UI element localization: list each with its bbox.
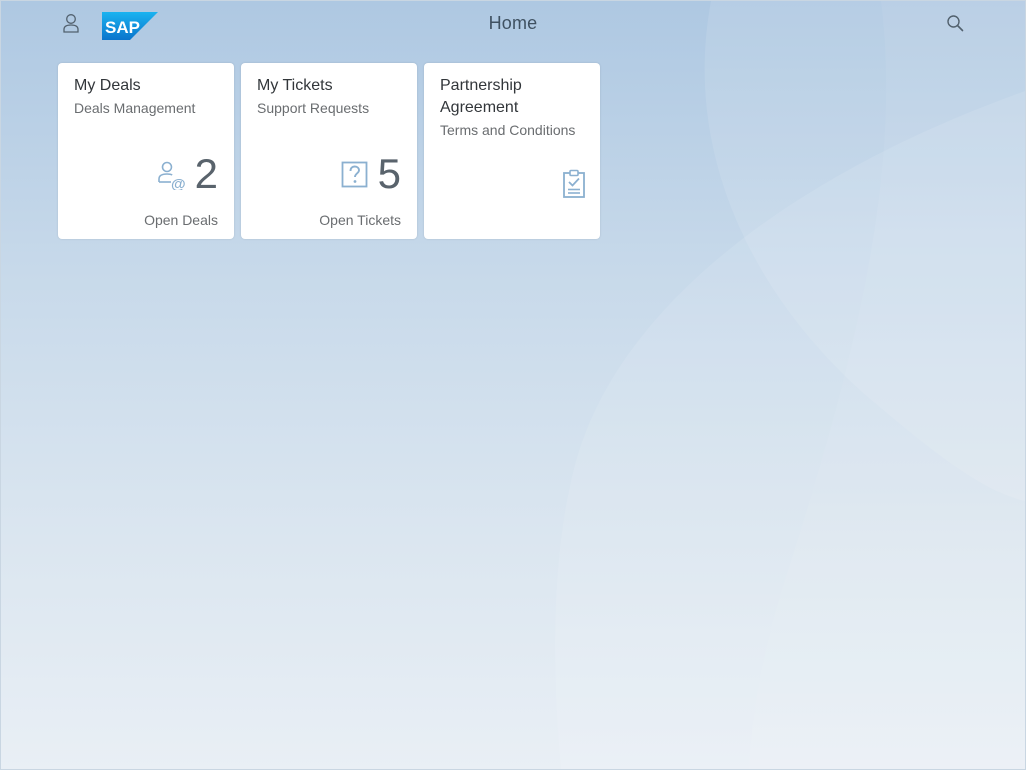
svg-text:SAP: SAP: [105, 18, 140, 37]
svg-text:@: @: [171, 176, 186, 190]
search-button[interactable]: [939, 7, 971, 39]
tile-my-tickets[interactable]: My Tickets Support Requests 5 Open Ticke…: [241, 63, 417, 239]
search-icon: [947, 15, 964, 32]
tile-kpi: 5: [340, 151, 401, 197]
person-at-icon: @: [157, 161, 186, 190]
shell-header: SAP Home: [1, 1, 1025, 47]
page-title: Home: [488, 13, 538, 33]
tile-title: My Deals: [74, 77, 141, 94]
sap-logo[interactable]: SAP: [102, 12, 158, 40]
kpi-value: 2: [194, 150, 218, 197]
question-mark-icon: [341, 161, 368, 188]
tile-title: My Tickets: [257, 77, 333, 94]
tile-subtitle: Support Requests: [257, 100, 370, 116]
launchpad-page: SAP Home My Deals Deals Management @ 2 O…: [0, 0, 1026, 770]
kpi-value: 5: [377, 150, 401, 197]
tile-partnership-agreement[interactable]: Partnership Agreement Terms and Conditio…: [424, 63, 600, 239]
tile-my-deals[interactable]: My Deals Deals Management @ 2 Open Deals: [58, 63, 234, 239]
user-icon: [63, 14, 79, 33]
tile-subtitle: Terms and Conditions: [440, 122, 576, 138]
user-button[interactable]: [55, 7, 87, 39]
tile-title: Partnership Agreement: [440, 77, 522, 116]
tile-footer: Open Tickets: [319, 212, 401, 228]
tile-subtitle: Deals Management: [74, 100, 196, 116]
tile-kpi: @ 2: [157, 151, 218, 197]
clipboard-check-icon: [563, 169, 585, 198]
tile-footer: Open Deals: [144, 212, 218, 228]
